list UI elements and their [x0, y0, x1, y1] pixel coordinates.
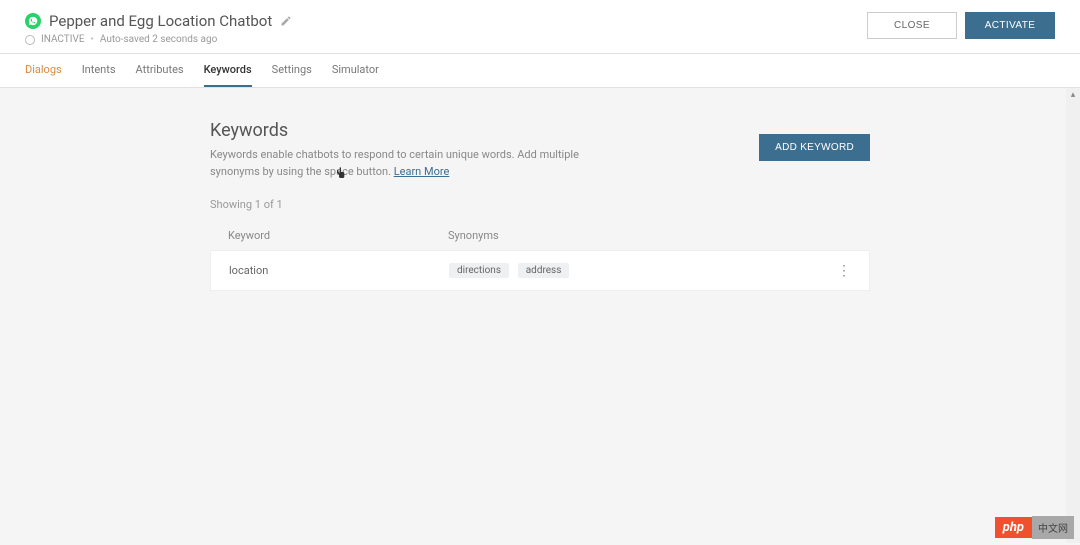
- header-left: Pepper and Egg Location Chatbot INACTIVE…: [25, 12, 292, 45]
- watermark-right: 中文网: [1032, 516, 1074, 539]
- synonym-chip[interactable]: address: [518, 263, 570, 278]
- row-menu-icon[interactable]: ⋮: [821, 264, 851, 278]
- tab-intents[interactable]: Intents: [82, 54, 116, 87]
- app-header: Pepper and Egg Location Chatbot INACTIVE…: [0, 0, 1080, 54]
- tab-bar: Dialogs Intents Attributes Keywords Sett…: [0, 54, 1080, 88]
- table-row[interactable]: location directions address ⋮: [210, 250, 870, 291]
- status-indicator-icon: [25, 35, 35, 45]
- learn-more-link[interactable]: Learn More: [394, 165, 450, 178]
- cell-synonyms: directions address: [449, 263, 821, 278]
- showing-count: Showing 1 of 1: [210, 198, 870, 211]
- section-header: Keywords Keywords enable chatbots to res…: [210, 120, 870, 180]
- watermark: php 中文网: [995, 516, 1074, 539]
- tab-attributes[interactable]: Attributes: [136, 54, 184, 87]
- watermark-left: php: [995, 517, 1032, 538]
- content-scroll-area[interactable]: ▴ Keywords Keywords enable chatbots to r…: [0, 88, 1080, 543]
- add-keyword-button[interactable]: ADD KEYWORD: [759, 134, 870, 161]
- scrollbar-up-icon[interactable]: ▴: [1066, 88, 1080, 102]
- scrollbar-track[interactable]: ▴: [1066, 88, 1080, 543]
- separator-dot: •: [91, 34, 94, 45]
- section-title: Keywords: [210, 120, 630, 141]
- synonym-chip[interactable]: directions: [449, 263, 509, 278]
- edit-icon[interactable]: [280, 15, 292, 27]
- header-right: CLOSE ACTIVATE: [867, 12, 1055, 39]
- status-text: INACTIVE: [41, 34, 85, 45]
- section-left: Keywords Keywords enable chatbots to res…: [210, 120, 630, 180]
- tab-simulator[interactable]: Simulator: [332, 54, 379, 87]
- column-header-synonyms: Synonyms: [448, 229, 822, 242]
- title-row: Pepper and Egg Location Chatbot: [25, 12, 292, 30]
- cell-keyword: location: [229, 264, 449, 277]
- activate-button[interactable]: ACTIVATE: [965, 12, 1055, 39]
- autosave-text: Auto-saved 2 seconds ago: [100, 34, 217, 45]
- tab-settings[interactable]: Settings: [272, 54, 312, 87]
- page-title: Pepper and Egg Location Chatbot: [49, 12, 272, 30]
- table-header: Keyword Synonyms: [210, 221, 870, 250]
- column-header-actions: [822, 229, 852, 242]
- subtitle-row: INACTIVE • Auto-saved 2 seconds ago: [25, 34, 292, 45]
- keywords-table: Keyword Synonyms location directions add…: [210, 221, 870, 291]
- section-description: Keywords enable chatbots to respond to c…: [210, 147, 630, 180]
- main-content: Keywords Keywords enable chatbots to res…: [210, 88, 870, 323]
- column-header-keyword: Keyword: [228, 229, 448, 242]
- close-button[interactable]: CLOSE: [867, 12, 957, 39]
- tab-keywords[interactable]: Keywords: [204, 54, 252, 87]
- whatsapp-icon: [25, 13, 41, 29]
- tab-dialogs[interactable]: Dialogs: [25, 54, 62, 87]
